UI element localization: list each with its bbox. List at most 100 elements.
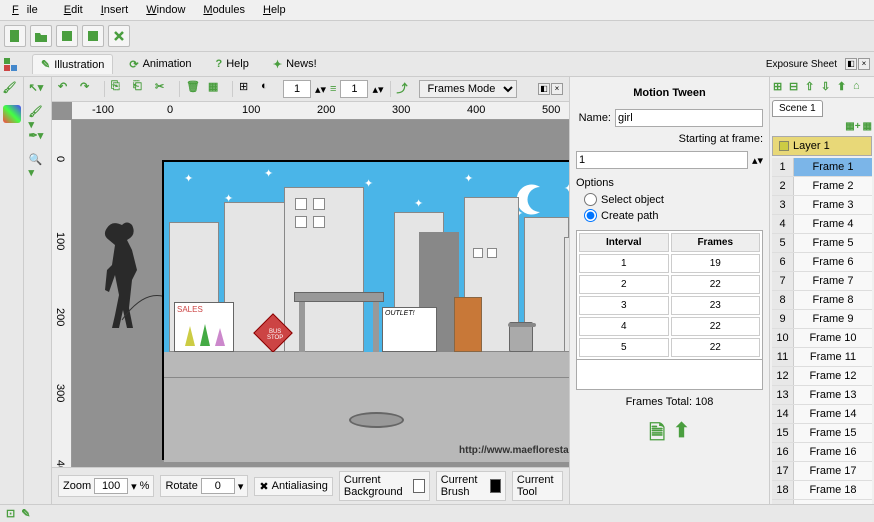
ruler-vertical: 0 100 200 300 400 <box>52 120 72 467</box>
layer-add-icon[interactable]: ▦+ <box>845 121 860 132</box>
tab-animation-label: Animation <box>143 58 192 70</box>
brush-swatch[interactable] <box>490 479 501 493</box>
tab-help[interactable]: ? Help <box>208 55 257 73</box>
create-path-radio[interactable] <box>584 209 597 222</box>
frame-row[interactable]: 15Frame 15 <box>772 424 872 443</box>
zoom-tool-icon[interactable]: 🔍▾ <box>29 153 47 171</box>
canvas-detach-icon[interactable]: ◧ <box>538 83 550 95</box>
color-palette-icon[interactable] <box>3 105 21 123</box>
paste-icon[interactable]: ⎗ <box>133 80 151 98</box>
frame-row[interactable]: 9Frame 9 <box>772 310 872 329</box>
pen-tool-icon[interactable]: ✒▾ <box>29 129 47 147</box>
select-object-radio[interactable] <box>584 193 597 206</box>
moon-icon <box>515 182 550 217</box>
export-icon[interactable]: ⤴ <box>397 80 415 98</box>
move-up-icon[interactable]: ⇧ <box>805 80 819 94</box>
frame-row[interactable]: 5Frame 5 <box>772 234 872 253</box>
menu-edit[interactable]: Edit <box>56 2 91 18</box>
exposure-close-icon[interactable]: × <box>858 58 870 70</box>
brush-tool-icon[interactable]: 🖌 <box>3 81 21 99</box>
copy-icon[interactable]: ⎘ <box>111 80 129 98</box>
frame-row[interactable]: 8Frame 8 <box>772 291 872 310</box>
canvas-close-icon[interactable]: × <box>551 83 563 95</box>
menu-modules[interactable]: Modules <box>195 2 253 18</box>
tween-start-input[interactable] <box>576 151 748 169</box>
canvas-viewport[interactable]: -100 0 100 200 300 400 500 600 0 100 200… <box>52 102 569 467</box>
canvas-area: ↶ ↷ ⎘ ⎗ ✂ 🗑 ▦ ⊞ ◐ ▴▾ ≡ ▴▾ ⤴ Frames Mode … <box>52 77 569 504</box>
menu-insert[interactable]: Insert <box>93 2 137 18</box>
bg-swatch[interactable] <box>413 479 424 493</box>
frame-row[interactable]: 11Frame 11 <box>772 348 872 367</box>
redo-icon[interactable]: ↷ <box>80 80 98 98</box>
table-row[interactable]: 422 <box>579 317 760 336</box>
onion-after-input[interactable] <box>340 80 368 98</box>
frame-row[interactable]: 6Frame 6 <box>772 253 872 272</box>
new-button[interactable] <box>4 25 26 47</box>
onion-icon[interactable]: ◐ <box>261 80 279 98</box>
close-button[interactable] <box>108 25 130 47</box>
character-girl[interactable] <box>97 220 147 330</box>
lock-icon[interactable]: ⬆ <box>837 80 851 94</box>
status-icon-2[interactable]: ✎ <box>21 507 30 520</box>
frames-mode-select[interactable]: Frames Mode <box>419 80 517 98</box>
menu-window[interactable]: Window <box>138 2 193 18</box>
layers-icon[interactable]: ≡ <box>330 83 336 95</box>
zoom-input[interactable] <box>94 478 128 494</box>
status-icon-1[interactable]: ⊡ <box>6 507 15 520</box>
saveas-button[interactable] <box>82 25 104 47</box>
select-tool-icon[interactable]: ↖︎▾ <box>29 81 47 99</box>
add-frame-icon[interactable]: ⊞ <box>773 80 787 94</box>
open-button[interactable] <box>30 25 52 47</box>
table-row[interactable]: 222 <box>579 275 760 294</box>
frame-row[interactable]: 3Frame 3 <box>772 196 872 215</box>
svg-text:✦: ✦ <box>184 173 193 185</box>
home-icon[interactable]: ⌂ <box>853 80 867 94</box>
frame-row[interactable]: 1Frame 1 <box>772 158 872 177</box>
scene-tab[interactable]: Scene 1 <box>772 100 823 117</box>
tween-name-input[interactable] <box>615 109 763 127</box>
save-button[interactable] <box>56 25 78 47</box>
table-row[interactable]: 119 <box>579 254 760 273</box>
tab-news[interactable]: ✦ News! <box>265 55 325 74</box>
tab-illustration[interactable]: ✎ Illustration <box>32 54 113 74</box>
onion-before-input[interactable] <box>283 80 311 98</box>
frame-row[interactable]: 18Frame 18 <box>772 481 872 500</box>
frame-row[interactable]: 2Frame 2 <box>772 177 872 196</box>
bg-color-field[interactable]: Current Background <box>339 471 430 501</box>
frame-row[interactable]: 4Frame 4 <box>772 215 872 234</box>
menu-help[interactable]: Help <box>255 2 294 18</box>
main-toolbar <box>0 21 874 52</box>
move-down-icon[interactable]: ⇩ <box>821 80 835 94</box>
frame-row[interactable]: 17Frame 17 <box>772 462 872 481</box>
frame-row[interactable]: 7Frame 7 <box>772 272 872 291</box>
cut-icon[interactable]: ✂ <box>155 80 173 98</box>
frame-list: 1Frame 12Frame 23Frame 34Frame 45Frame 5… <box>772 158 872 504</box>
layer-header[interactable]: Layer 1 <box>772 136 872 156</box>
paint-tool-icon[interactable]: 🖌▾ <box>29 105 47 123</box>
frame-row[interactable]: 13Frame 13 <box>772 386 872 405</box>
frame-row[interactable]: 14Frame 14 <box>772 405 872 424</box>
tween-start-label: Starting at frame: <box>679 133 763 145</box>
spinner-icon[interactable]: ▴▾ <box>752 154 763 167</box>
antialias-toggle[interactable]: ✖Antialiasing <box>254 477 332 496</box>
frame-row[interactable]: 10Frame 10 <box>772 329 872 348</box>
remove-frame-icon[interactable]: ⊟ <box>789 80 803 94</box>
group-icon[interactable]: ▦ <box>208 80 226 98</box>
table-row[interactable]: 522 <box>579 338 760 357</box>
menu-file[interactable]: File <box>4 2 54 18</box>
grid-icon[interactable]: ⊞ <box>239 80 257 98</box>
frame-row[interactable]: 12Frame 12 <box>772 367 872 386</box>
tween-apply-icon[interactable]: ⬆ <box>673 418 690 452</box>
svg-text:✦: ✦ <box>414 198 423 210</box>
delete-icon[interactable]: 🗑 <box>186 80 204 98</box>
brush-color-field[interactable]: Current Brush <box>436 471 506 501</box>
rotate-input[interactable] <box>201 478 235 494</box>
exposure-detach-icon[interactable]: ◧ <box>845 58 857 70</box>
tween-save-icon[interactable]: 🗎 <box>649 418 665 452</box>
tab-animation[interactable]: ⟳ Animation <box>121 55 199 74</box>
frame-row[interactable]: 16Frame 16 <box>772 443 872 462</box>
undo-icon[interactable]: ↶ <box>58 80 76 98</box>
sign-sales: SALES <box>175 303 233 316</box>
table-row[interactable]: 323 <box>579 296 760 315</box>
layer-settings-icon[interactable]: ▦ <box>863 121 872 132</box>
